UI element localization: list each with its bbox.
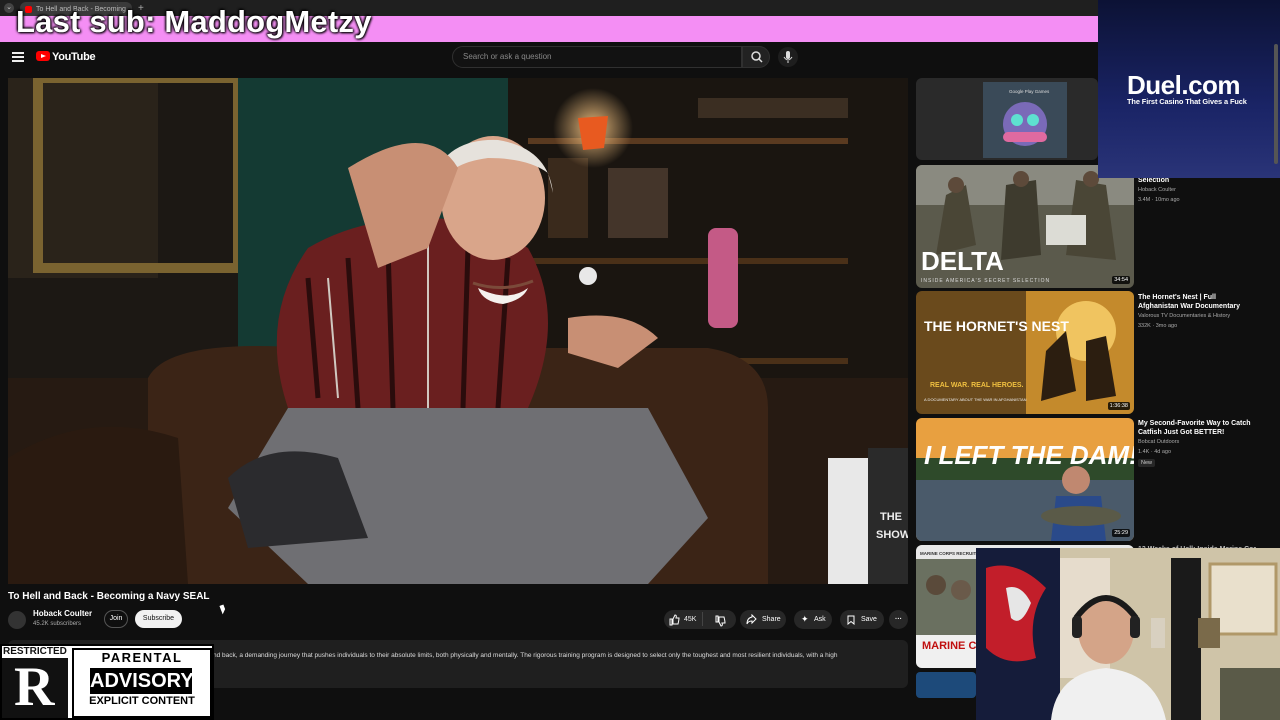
thumbs-down-icon bbox=[715, 615, 726, 627]
microphone-icon bbox=[783, 51, 793, 63]
ad-artwork: Google Play Games bbox=[983, 82, 1067, 158]
more-icon: ··· bbox=[895, 616, 902, 623]
youtube-logo-icon[interactable] bbox=[36, 51, 50, 61]
like-count: 45K bbox=[684, 616, 697, 623]
dislike-button[interactable] bbox=[714, 614, 726, 632]
sidebar-title-3[interactable]: My Second-Favorite Way to Catch Catfish … bbox=[1138, 419, 1256, 437]
parental-advisory-bottom: EXPLICIT CONTENT bbox=[74, 695, 210, 709]
sidebar-video-thumbnail-5[interactable] bbox=[916, 672, 976, 698]
thumbnail-subtitle-2b: A DOCUMENTARY ABOUT THE WAR IN AFGHANIST… bbox=[924, 397, 1027, 402]
page-scrollbar[interactable] bbox=[1274, 44, 1278, 164]
parental-advisory-middle: ADVISORY bbox=[90, 668, 194, 694]
sidebar-video-thumbnail-2[interactable]: THE HORNET'S NEST REAL WAR. REAL HEROES.… bbox=[916, 291, 1134, 414]
webcam-image bbox=[976, 548, 1280, 720]
svg-text:THE: THE bbox=[880, 511, 902, 523]
ask-label: Ask bbox=[814, 616, 826, 623]
sidebar-video-thumbnail-3[interactable]: I LEFT THE DAM! 25:29 bbox=[916, 418, 1134, 541]
channel-avatar[interactable] bbox=[8, 611, 26, 629]
search-input[interactable]: Search or ask a question bbox=[452, 46, 742, 68]
sponsor-tagline: The First Casino That Gives a Fuck bbox=[1127, 97, 1247, 106]
duration-badge-1: 34:54 bbox=[1112, 276, 1130, 284]
bookmark-icon bbox=[847, 615, 855, 625]
thumbnail-title-1: DELTA bbox=[921, 246, 1004, 276]
video-player[interactable]: THE SHOW bbox=[8, 78, 908, 584]
sparkle-icon: ✦ bbox=[801, 614, 809, 624]
subscriber-count: 45.2K subscribers bbox=[33, 621, 82, 627]
ad-label: Google Play Games bbox=[1009, 89, 1050, 94]
parental-advisory-top: PARENTAL bbox=[74, 650, 210, 668]
ad-thumbnail[interactable]: Google Play Games bbox=[983, 82, 1067, 158]
subscribe-button[interactable]: Subscribe bbox=[135, 610, 182, 628]
duration-badge-3: 25:29 bbox=[1112, 529, 1130, 537]
save-label: Save bbox=[861, 616, 877, 623]
sidebar-channel-1[interactable]: Hoback Coulter bbox=[1138, 187, 1176, 193]
like-button[interactable] bbox=[668, 613, 680, 631]
sidebar-channel-2[interactable]: Valorous TV Documentaries & History bbox=[1138, 313, 1230, 319]
more-actions-button[interactable]: ··· bbox=[889, 610, 908, 629]
video-frame: THE SHOW bbox=[8, 78, 908, 584]
share-button[interactable]: Share bbox=[740, 610, 786, 629]
video-title: To Hell and Back - Becoming a Navy SEAL bbox=[8, 591, 210, 602]
svg-text:SHOW: SHOW bbox=[876, 529, 908, 541]
youtube-logo-text[interactable]: YouTube bbox=[52, 51, 96, 63]
duration-badge-2: 1:36:38 bbox=[1107, 402, 1130, 410]
search-placeholder: Search or ask a question bbox=[463, 52, 552, 61]
join-button[interactable]: Join bbox=[104, 610, 128, 628]
thumbnail-image-delta: DELTA INSIDE AMERICA'S SECRET SELECTION bbox=[916, 165, 1134, 288]
thumbnail-title-3: I LEFT THE DAM! bbox=[924, 440, 1134, 470]
tab-menu-icon[interactable]: ⌄ bbox=[4, 3, 14, 13]
thumbnail-subtitle-2: REAL WAR. REAL HEROES. bbox=[930, 382, 1024, 389]
search-icon bbox=[751, 51, 763, 63]
voice-search-button[interactable] bbox=[778, 47, 798, 67]
thumbnail-subtitle-1: INSIDE AMERICA'S SECRET SELECTION bbox=[921, 278, 1050, 284]
thumbnail-image-catfish: I LEFT THE DAM! bbox=[916, 418, 1134, 541]
sidebar-title-2[interactable]: The Hornet's Nest | Full Afghanistan War… bbox=[1138, 293, 1256, 311]
share-label: Share bbox=[762, 616, 781, 623]
streamer-webcam bbox=[976, 548, 1280, 720]
sidebar-meta-1: 3.4M · 10mo ago bbox=[1138, 197, 1180, 203]
sidebar-channel-3[interactable]: Bobcat Outdoors bbox=[1138, 439, 1179, 445]
sidebar-meta-3: 1.4K · 4d ago bbox=[1138, 449, 1172, 455]
search-button[interactable] bbox=[742, 46, 770, 68]
channel-name[interactable]: Hoback Coulter bbox=[33, 609, 92, 618]
mouse-cursor-icon bbox=[219, 604, 227, 615]
thumbs-up-icon bbox=[669, 614, 680, 626]
last-sub-text: Last sub: MaddogMetzy bbox=[16, 4, 372, 39]
thumbnail-title-2: THE HORNET'S NEST bbox=[924, 318, 1069, 334]
like-divider bbox=[702, 612, 703, 626]
new-badge: New bbox=[1138, 459, 1156, 467]
save-button[interactable]: Save bbox=[840, 610, 884, 629]
restricted-letter: R bbox=[14, 656, 55, 718]
sidebar-meta-2: 332K · 3mo ago bbox=[1138, 323, 1178, 329]
ask-button[interactable]: ✦ Ask bbox=[794, 610, 832, 629]
thumbnail-image-hornets-nest: THE HORNET'S NEST REAL WAR. REAL HEROES.… bbox=[916, 291, 1134, 414]
menu-icon[interactable] bbox=[12, 52, 24, 62]
sidebar-video-thumbnail-1[interactable]: DELTA INSIDE AMERICA'S SECRET SELECTION … bbox=[916, 165, 1134, 288]
description-text: nd back, a demanding journey that pushes… bbox=[213, 652, 838, 659]
share-icon bbox=[746, 614, 757, 625]
